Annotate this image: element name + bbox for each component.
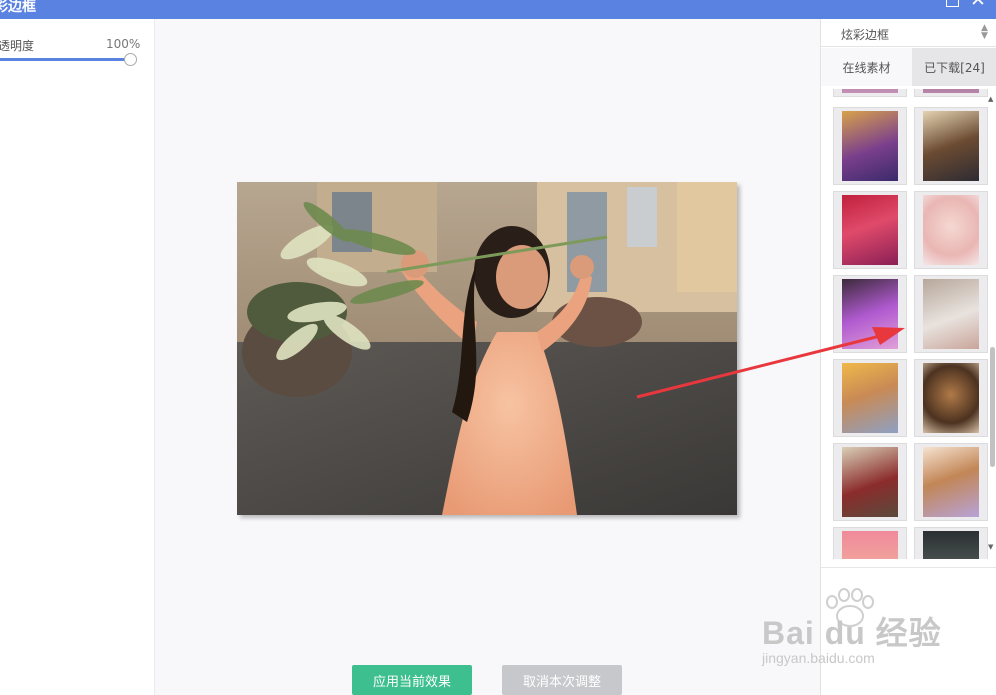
frame-thumbnail[interactable]	[914, 89, 988, 97]
category-select[interactable]: 炫彩边框 ▲ ▼	[821, 19, 996, 47]
frame-thumbnail[interactable]	[833, 275, 907, 353]
maximize-icon[interactable]	[946, 0, 959, 7]
frame-thumbnail[interactable]	[914, 191, 988, 269]
frame-thumbnail[interactable]	[914, 107, 988, 185]
panel-divider	[821, 567, 996, 568]
close-icon[interactable]: ✕	[970, 0, 986, 10]
watermark-brand: Bai du 经验	[762, 615, 942, 651]
opacity-slider-track[interactable]	[0, 58, 130, 61]
select-arrows-icon: ▲ ▼	[981, 23, 988, 41]
window-title: 彩边框	[0, 0, 36, 15]
scroll-down-icon[interactable]: ▼	[988, 543, 993, 551]
watermark-url: jingyan.baidu.com	[762, 650, 875, 666]
frame-thumbnail-list	[821, 89, 996, 559]
opacity-value: 100%	[106, 37, 141, 51]
cancel-adjust-button[interactable]: 取消本次调整	[502, 665, 622, 695]
preview-photo	[237, 182, 737, 515]
frame-thumbnail[interactable]	[914, 443, 988, 521]
frame-thumbnail[interactable]	[914, 275, 988, 353]
frame-thumbnail[interactable]	[833, 527, 907, 559]
tab-online-materials[interactable]: 在线素材	[821, 48, 912, 86]
frame-thumbnail[interactable]	[833, 89, 907, 97]
thumbnail-scrollbar[interactable]: ▲ ▼	[988, 95, 996, 551]
settings-panel: 透明度 100%	[0, 19, 155, 695]
frame-thumbnail[interactable]	[914, 359, 988, 437]
title-bar: 彩边框 ✕	[0, 0, 996, 19]
preview-canvas: 应用当前效果 取消本次调整	[155, 19, 820, 695]
frame-thumbnail[interactable]	[833, 107, 907, 185]
category-select-value: 炫彩边框	[841, 28, 890, 42]
tab-downloaded[interactable]: 已下载[24]	[912, 48, 996, 86]
baidu-jingyan-watermark: Bai du 经验 jingyan.baidu.com	[762, 588, 942, 678]
frame-thumbnail[interactable]	[833, 443, 907, 521]
scrollbar-thumb[interactable]	[990, 347, 995, 467]
frame-thumbnail[interactable]	[914, 527, 988, 559]
apply-effect-button[interactable]: 应用当前效果	[352, 665, 472, 695]
opacity-slider-handle[interactable]	[124, 53, 137, 66]
scroll-up-icon[interactable]: ▲	[988, 95, 993, 103]
opacity-label: 透明度	[0, 39, 35, 53]
frame-thumbnail[interactable]	[833, 359, 907, 437]
frame-thumbnail[interactable]	[833, 191, 907, 269]
